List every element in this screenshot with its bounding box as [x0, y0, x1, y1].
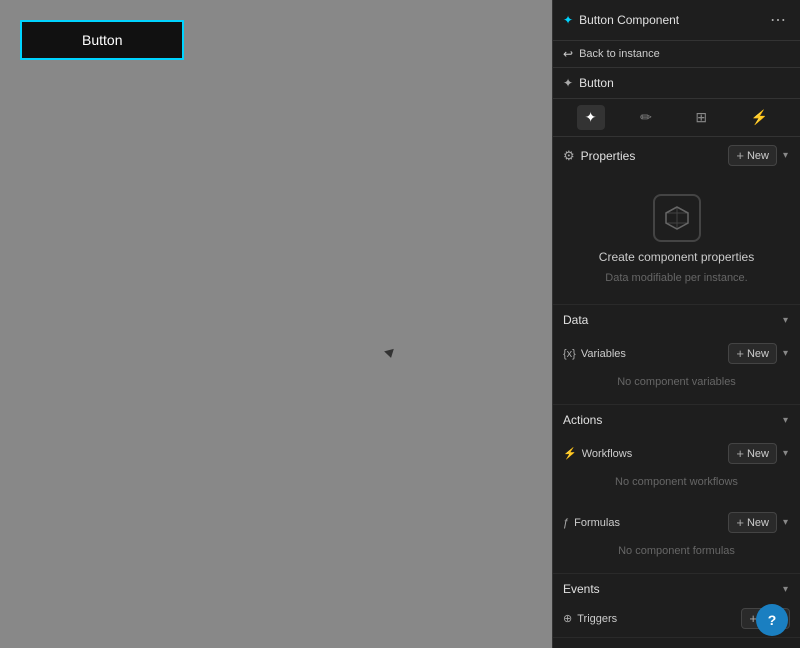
- data-section-title: Data: [563, 313, 588, 327]
- variables-chevron[interactable]: ▾: [781, 348, 790, 359]
- properties-plus-icon: +: [736, 148, 744, 163]
- properties-section: ⚙ Properties + New ▾ Create component pr…: [553, 137, 800, 305]
- workflows-empty: No component workflows: [563, 468, 790, 496]
- events-chevron[interactable]: ▾: [781, 584, 790, 595]
- button-preview[interactable]: Button: [20, 20, 184, 60]
- data-chevron[interactable]: ▾: [781, 315, 790, 326]
- workflows-sub-section: ⚡ Workflows + New ▾ No component workflo…: [553, 435, 800, 504]
- workflows-plus-icon: +: [736, 446, 744, 461]
- workflows-new-button[interactable]: + New: [728, 443, 777, 464]
- events-section-title: Events: [563, 582, 600, 596]
- properties-section-header[interactable]: ⚙ Properties + New ▾: [553, 137, 800, 174]
- formulas-header-right: + New ▾: [728, 512, 790, 533]
- create-properties-panel: Create component properties Data modifia…: [553, 174, 800, 304]
- panel-title: Button Component: [579, 13, 679, 27]
- variables-empty: No component variables: [563, 368, 790, 396]
- actions-section-header[interactable]: Actions ▾: [553, 405, 800, 435]
- formulas-header: ƒ Formulas + New ▾: [563, 508, 790, 537]
- variables-new-button[interactable]: + New: [728, 343, 777, 364]
- canvas-area: Button: [0, 0, 552, 648]
- cube-icon: [663, 204, 691, 232]
- triggers-title-group: ⊕ Triggers: [563, 612, 617, 625]
- tabs-row: ✦ ✏ ⊞ ⚡: [553, 99, 800, 137]
- workflows-icon: ⚡: [563, 447, 577, 460]
- workflows-header: ⚡ Workflows + New ▾: [563, 439, 790, 468]
- help-button[interactable]: ?: [756, 604, 788, 636]
- variables-header: {x} Variables + New ▾: [563, 339, 790, 368]
- properties-title-group: ⚙ Properties: [563, 148, 635, 164]
- tab-style[interactable]: ✏: [632, 105, 660, 130]
- workflows-new-label: New: [747, 448, 769, 460]
- data-section: Data ▾ {x} Variables + New ▾ No componen…: [553, 305, 800, 405]
- formulas-chevron[interactable]: ▾: [781, 517, 790, 528]
- triggers-label: Triggers: [577, 613, 617, 625]
- three-dot-menu-button[interactable]: ⋯: [766, 8, 790, 32]
- properties-new-button[interactable]: + New: [728, 145, 777, 166]
- properties-new-label: New: [747, 150, 769, 162]
- variables-header-right: + New ▾: [728, 343, 790, 364]
- panel-header: ✦ Button Component ⋯: [553, 0, 800, 41]
- workflows-label: Workflows: [582, 448, 633, 460]
- tab-data[interactable]: ⊞: [687, 105, 715, 130]
- formulas-new-button[interactable]: + New: [728, 512, 777, 533]
- component-name-label: Button: [579, 76, 614, 90]
- workflows-chevron[interactable]: ▾: [781, 448, 790, 459]
- workflows-title-group: ⚡ Workflows: [563, 447, 632, 460]
- component-icon-header: ✦: [563, 13, 573, 27]
- component-small-icon: ✦: [563, 76, 573, 90]
- events-section-header[interactable]: Events ▾: [553, 574, 800, 604]
- back-to-instance-button[interactable]: ↩ Back to instance: [553, 41, 800, 68]
- component-name-row: ✦ Button: [553, 68, 800, 99]
- actions-section-title: Actions: [563, 413, 602, 427]
- formulas-sub-section: ƒ Formulas + New ▾ No component formulas: [553, 504, 800, 573]
- data-section-header[interactable]: Data ▾: [553, 305, 800, 335]
- variables-icon: {x}: [563, 348, 576, 360]
- tab-actions[interactable]: ⚡: [743, 105, 776, 130]
- variables-label: Variables: [581, 348, 626, 360]
- formulas-empty: No component formulas: [563, 537, 790, 565]
- properties-title: Properties: [581, 149, 636, 163]
- back-icon: ↩: [563, 47, 573, 61]
- triggers-icon: ⊕: [563, 612, 572, 625]
- tab-layout[interactable]: ✦: [577, 105, 605, 130]
- variables-new-label: New: [747, 348, 769, 360]
- back-label: Back to instance: [579, 48, 660, 60]
- create-properties-subtitle: Data modifiable per instance.: [605, 272, 747, 284]
- formulas-title-group: ƒ Formulas: [563, 517, 620, 529]
- cube-icon-wrapper: [653, 194, 701, 242]
- actions-section: Actions ▾ ⚡ Workflows + New ▾ No compone…: [553, 405, 800, 574]
- variables-sub-section: {x} Variables + New ▾ No component varia…: [553, 335, 800, 404]
- properties-header-right: + New ▾: [728, 145, 790, 166]
- properties-icon: ⚙: [563, 148, 575, 164]
- formulas-icon: ƒ: [563, 517, 569, 529]
- workflows-header-right: + New ▾: [728, 443, 790, 464]
- variables-plus-icon: +: [736, 346, 744, 361]
- cursor-indicator: [384, 349, 396, 359]
- create-properties-title: Create component properties: [599, 250, 754, 264]
- properties-chevron[interactable]: ▾: [781, 150, 790, 161]
- actions-chevron[interactable]: ▾: [781, 415, 790, 426]
- formulas-new-label: New: [747, 517, 769, 529]
- variables-title-group: {x} Variables: [563, 348, 626, 360]
- formulas-plus-icon: +: [736, 515, 744, 530]
- panel-header-left: ✦ Button Component: [563, 13, 679, 27]
- formulas-label: Formulas: [574, 517, 620, 529]
- right-panel: ✦ Button Component ⋯ ↩ Back to instance …: [552, 0, 800, 648]
